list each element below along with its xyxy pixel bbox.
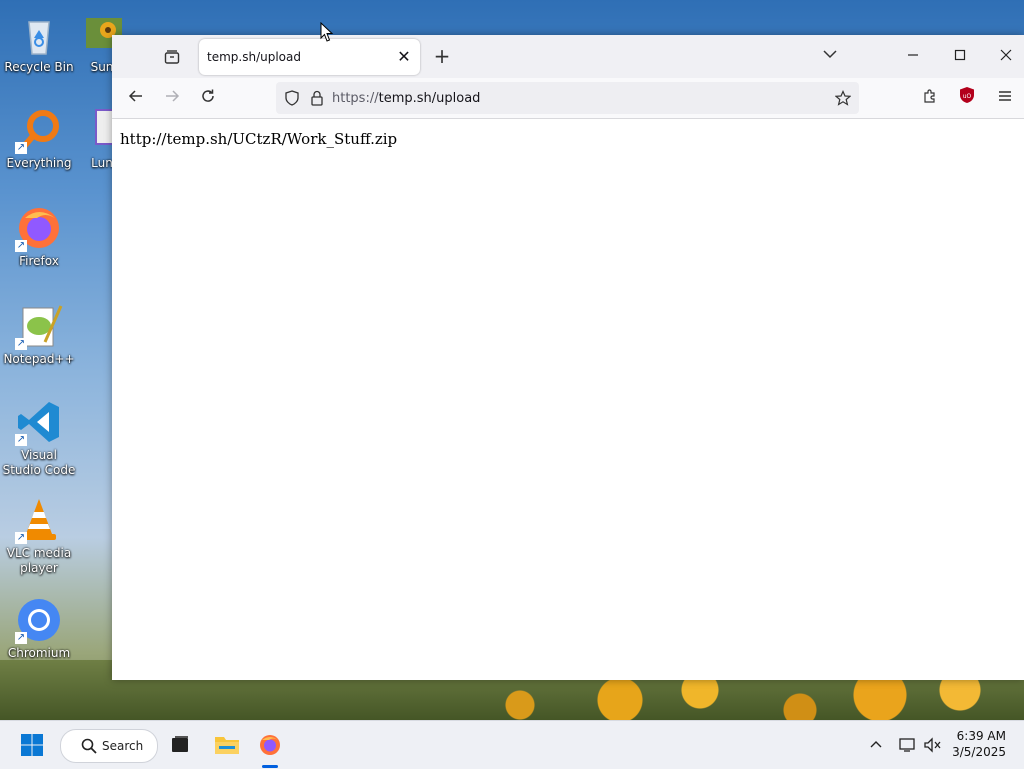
- hamburger-menu-icon: [999, 91, 1011, 101]
- task-view-icon: [172, 736, 188, 752]
- tab-title: temp.sh/upload: [207, 50, 301, 64]
- maximize-button[interactable]: [947, 44, 973, 70]
- back-button[interactable]: [123, 86, 149, 112]
- vscode-icon: ↗: [15, 398, 63, 446]
- forward-button[interactable]: [159, 86, 185, 112]
- desktop-icon-label: Chromium: [7, 646, 71, 660]
- arrow-right-icon: [166, 90, 180, 102]
- show-hidden-icons-button[interactable]: [860, 729, 892, 761]
- system-clock[interactable]: 6:39 AM 3/5/2025: [952, 728, 1006, 760]
- ublock-origin-icon: uO: [960, 87, 974, 103]
- chevron-down-icon: [823, 50, 837, 59]
- tab-temp-sh-upload[interactable]: temp.sh/upload ✕: [199, 39, 420, 75]
- lock-icon[interactable]: [310, 90, 324, 106]
- shortcut-arrow-icon: ↗: [15, 338, 27, 350]
- tab-bar: temp.sh/upload ✕ +: [112, 35, 1024, 78]
- page-content: http://temp.sh/UCtzR/Work_Stuff.zip: [112, 119, 1024, 158]
- desktop-icon-label: Firefox: [19, 254, 59, 268]
- ublock-origin-button[interactable]: uO: [954, 86, 980, 112]
- file-explorer-button[interactable]: [211, 729, 243, 761]
- navigation-toolbar: https://temp.sh/upload uO: [112, 78, 1024, 119]
- url-host-path: temp.sh/upload: [378, 90, 481, 106]
- taskbar-search[interactable]: Search: [60, 729, 158, 763]
- close-window-button[interactable]: [993, 44, 1019, 70]
- notepad-plus-plus-icon: ↗: [15, 302, 63, 350]
- search-icon: [81, 738, 97, 754]
- taskbar-firefox-button[interactable]: [254, 729, 286, 761]
- reload-button[interactable]: [195, 86, 221, 112]
- desktop-icon-label: Visual Studio Code: [2, 448, 76, 477]
- desktop-icon-notepad-plus-plus[interactable]: ↗ Notepad++: [1, 302, 77, 367]
- url-text: https://temp.sh/upload: [332, 91, 480, 106]
- speaker-muted-icon: [924, 737, 941, 753]
- mouse-cursor-icon: [320, 21, 334, 46]
- url-scheme: https://: [332, 90, 379, 106]
- desktop-icon-vscode[interactable]: ↗ Visual Studio Code: [1, 398, 77, 478]
- list-all-tabs-button[interactable]: [817, 44, 843, 70]
- close-icon: [1000, 49, 1012, 61]
- desktop-icon-label: Recycle Bin: [4, 60, 74, 74]
- desktop-icon-vlc[interactable]: ↗ VLC media player: [1, 496, 77, 576]
- url-bar[interactable]: https://temp.sh/upload: [276, 82, 859, 114]
- desktop-icon-label: Everything: [6, 156, 72, 170]
- extensions-button[interactable]: [917, 86, 943, 112]
- shortcut-arrow-icon: ↗: [15, 532, 27, 544]
- shortcut-arrow-icon: ↗: [15, 142, 27, 154]
- desktop-icon-label: Notepad++: [3, 352, 75, 366]
- tab-close-button[interactable]: ✕: [394, 47, 414, 67]
- vlc-cone-icon: ↗: [15, 496, 63, 544]
- minimize-button[interactable]: [900, 44, 926, 70]
- shortcut-arrow-icon: ↗: [15, 632, 27, 644]
- shortcut-arrow-icon: ↗: [15, 240, 27, 252]
- bookmark-star-icon[interactable]: [835, 90, 851, 106]
- windows-logo-icon: [21, 734, 43, 756]
- chromium-icon: ↗: [15, 596, 63, 644]
- firefox-icon: ↗: [15, 204, 63, 252]
- desktop-icon-firefox[interactable]: ↗ Firefox: [1, 204, 77, 269]
- desktop-icon-chromium[interactable]: ↗ Chromium: [1, 596, 77, 661]
- folder-icon: [215, 737, 239, 754]
- task-view-button[interactable]: [164, 729, 196, 761]
- desktop-icon-recycle-bin[interactable]: Recycle Bin: [1, 10, 77, 75]
- start-button[interactable]: [16, 729, 48, 761]
- new-tab-button[interactable]: +: [430, 44, 454, 68]
- clock-date: 3/5/2025: [952, 745, 1006, 759]
- reload-icon: [202, 89, 214, 102]
- firefox-view-icon: [164, 50, 180, 64]
- volume-muted-button[interactable]: [917, 729, 949, 761]
- firefox-icon: [260, 735, 280, 755]
- minimize-icon: [908, 54, 918, 56]
- svg-text:uO: uO: [963, 93, 972, 100]
- network-icon: [899, 738, 915, 752]
- firefox-window: temp.sh/upload ✕ + https://temp.sh/uploa…: [112, 35, 1024, 680]
- maximize-icon: [954, 49, 966, 61]
- taskbar: Search 6:39 AM 3/5/2025: [0, 720, 1024, 769]
- desktop-icon-label: VLC media player: [6, 546, 72, 575]
- recycle-bin-icon: [15, 10, 63, 58]
- puzzle-piece-icon: [924, 89, 935, 103]
- clock-time: 6:39 AM: [956, 729, 1006, 743]
- tracking-protection-shield-icon[interactable]: [284, 90, 300, 106]
- firefox-view-button[interactable]: [160, 45, 184, 69]
- chevron-up-icon: [870, 741, 882, 748]
- search-label: Search: [102, 739, 144, 753]
- everything-search-icon: ↗: [15, 106, 63, 154]
- app-menu-button[interactable]: [992, 86, 1018, 112]
- shortcut-arrow-icon: ↗: [15, 434, 27, 446]
- desktop-icon-everything[interactable]: ↗ Everything: [1, 106, 77, 171]
- arrow-left-icon: [128, 90, 142, 102]
- upload-result-url[interactable]: http://temp.sh/UCtzR/Work_Stuff.zip: [120, 130, 397, 148]
